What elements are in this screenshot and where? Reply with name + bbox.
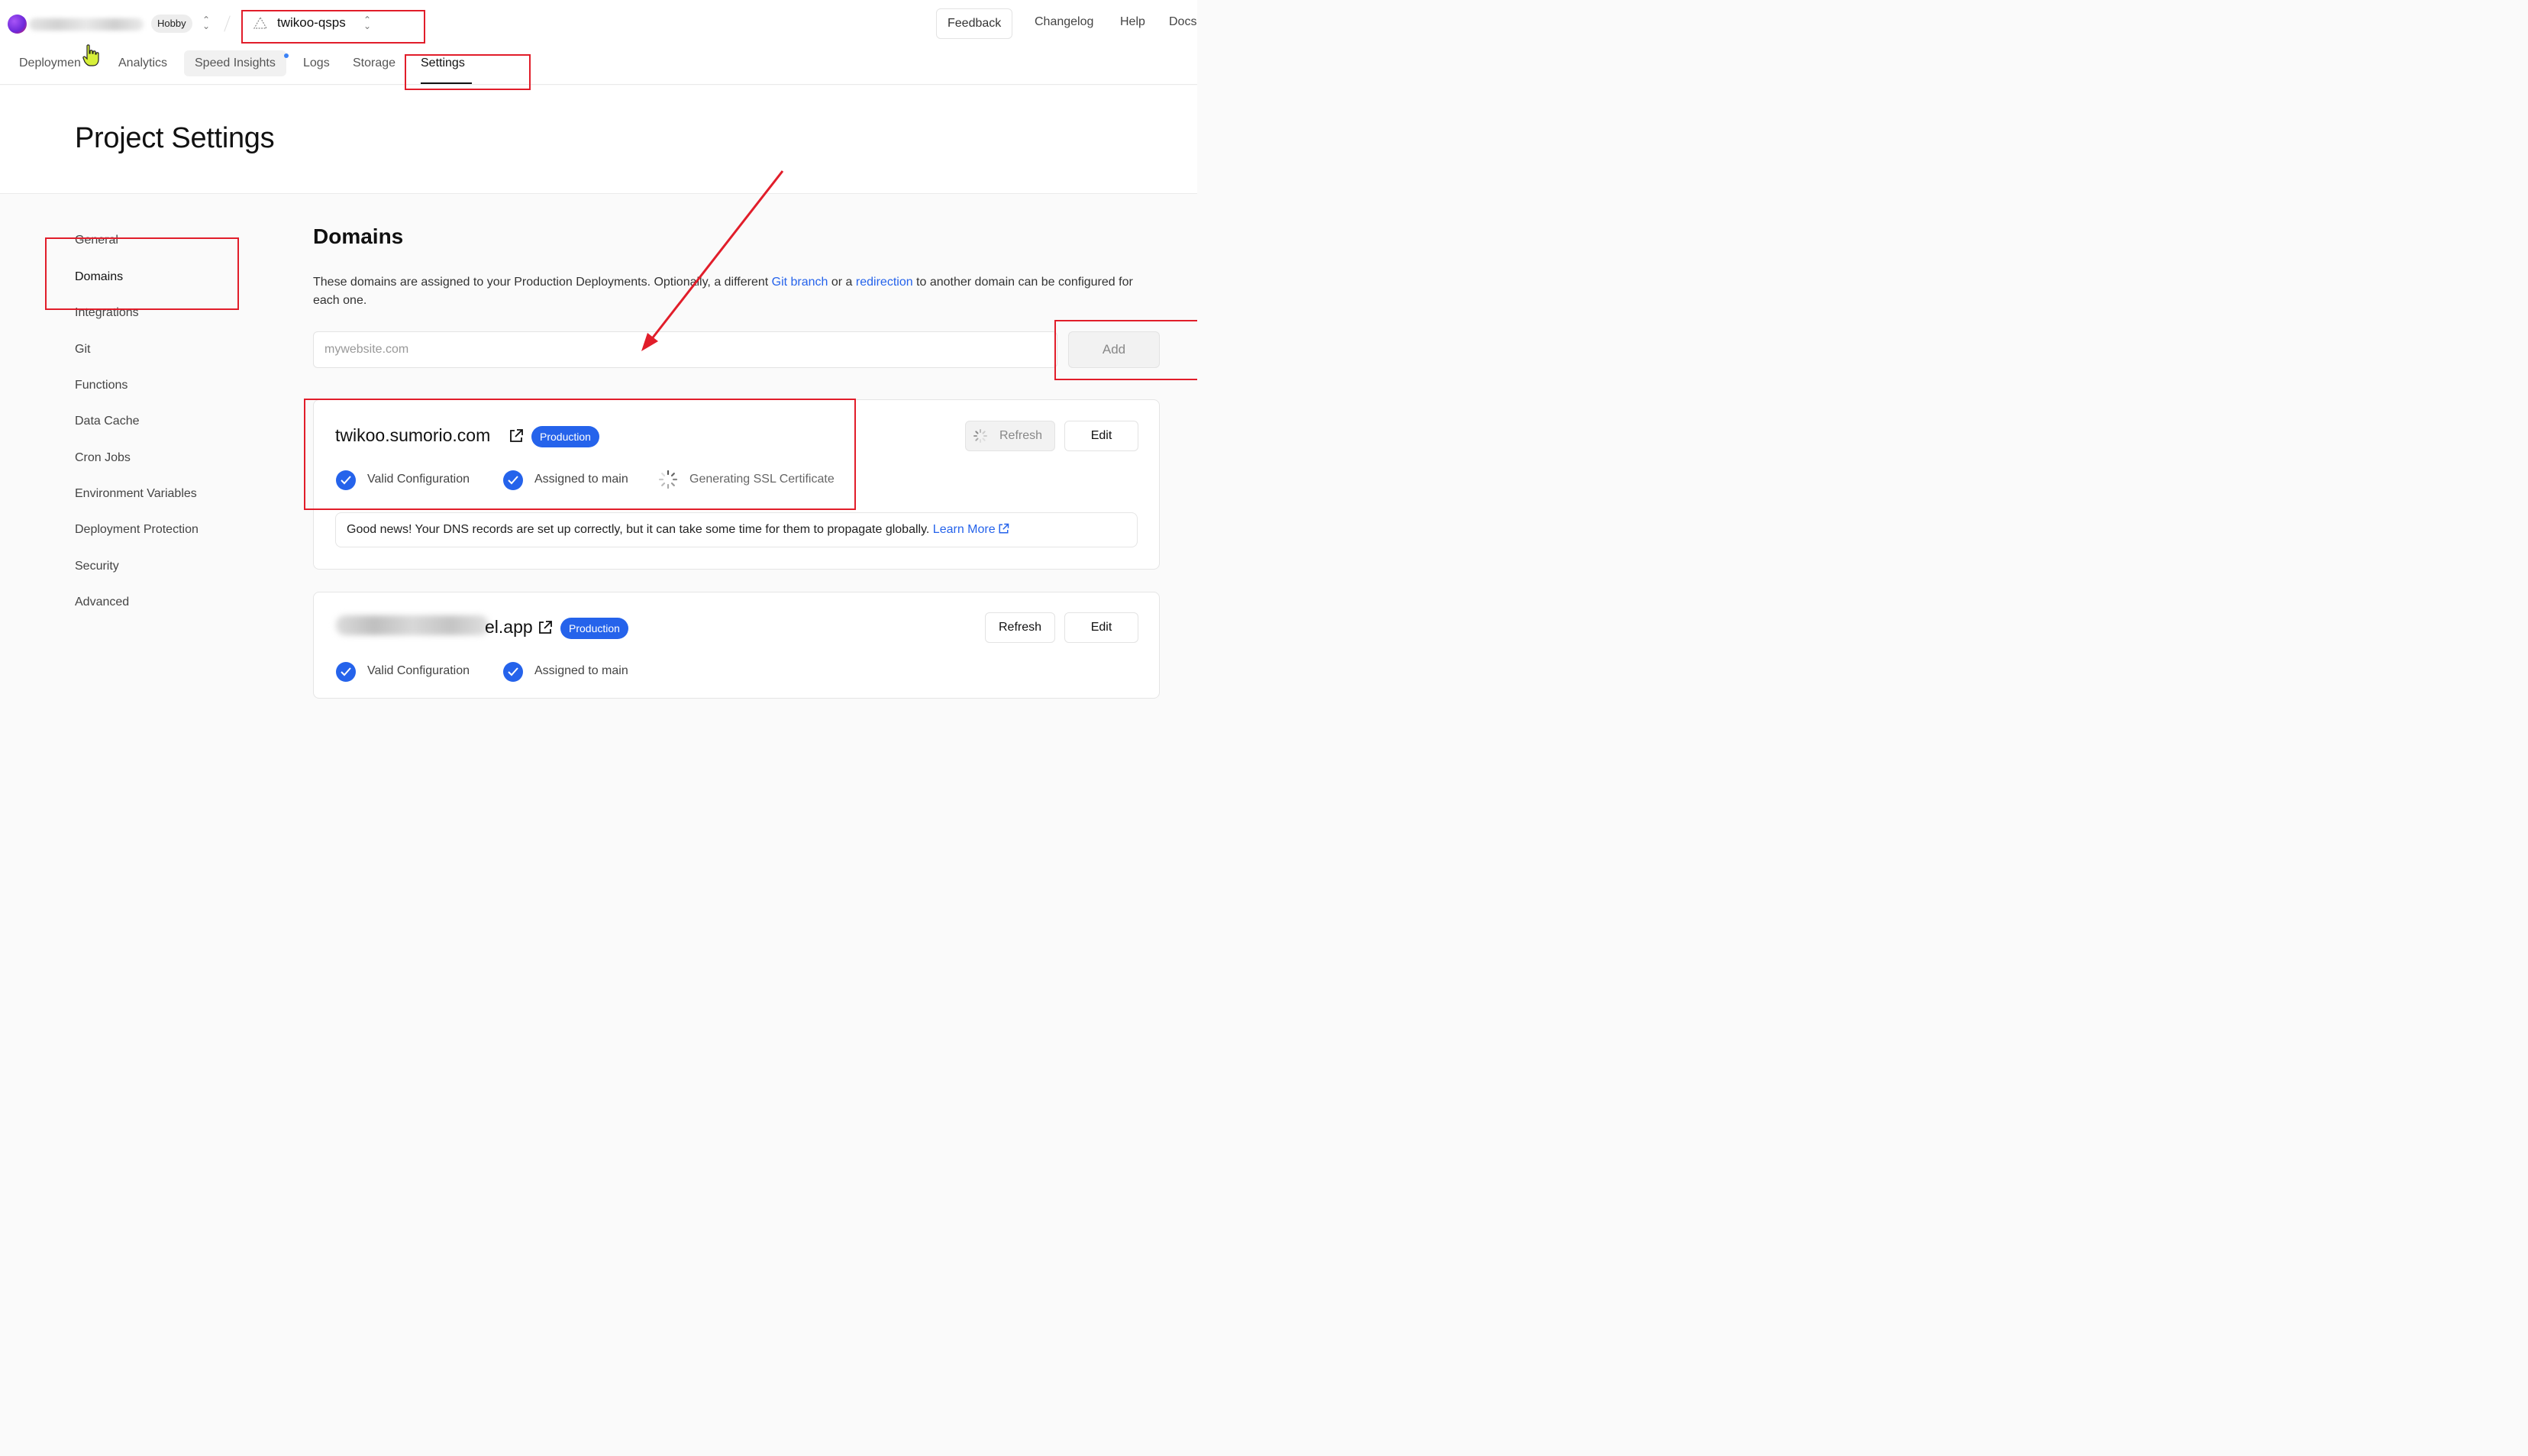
sidebar-item-deployment-protection[interactable]: Deployment Protection	[75, 523, 199, 537]
plan-badge: Hobby	[151, 15, 192, 33]
tab-analytics[interactable]: Analytics	[118, 56, 167, 70]
help-link[interactable]: Help	[1120, 15, 1145, 29]
notification-dot	[284, 53, 289, 58]
status-assigned: Assigned to main	[534, 664, 628, 677]
check-icon	[336, 662, 356, 682]
domain-input[interactable]	[313, 331, 1057, 368]
annotation-box-project	[241, 10, 425, 44]
refresh-button[interactable]: Refresh	[985, 612, 1055, 643]
sidebar-item-advanced[interactable]: Advanced	[75, 596, 129, 609]
section-title: Domains	[313, 224, 404, 248]
sidebar-item-functions[interactable]: Functions	[75, 379, 128, 392]
annotation-box-settings	[405, 54, 531, 90]
check-icon	[503, 662, 523, 682]
page-header: Project Settings	[0, 86, 1197, 194]
production-badge: Production	[560, 618, 628, 639]
annotation-box-add	[1054, 320, 1197, 380]
edit-button[interactable]: Edit	[1064, 421, 1138, 451]
tab-speed-insights[interactable]: Speed Insights	[184, 50, 286, 76]
feedback-button[interactable]: Feedback	[936, 8, 1013, 39]
domain-name-suffix[interactable]: el.app	[485, 617, 533, 638]
sidebar-item-cron-jobs[interactable]: Cron Jobs	[75, 451, 131, 465]
external-link-icon[interactable]	[538, 620, 553, 635]
dns-info-note: Good news! Your DNS records are set up c…	[335, 512, 1138, 547]
annotation-box-domains	[45, 237, 239, 310]
changelog-link[interactable]: Changelog	[1035, 15, 1093, 29]
team-switcher-icon[interactable]: ⌃ ⌄	[202, 15, 211, 31]
sidebar-item-git[interactable]: Git	[75, 343, 90, 357]
team-avatar[interactable]	[8, 15, 27, 34]
annotation-box-domain-card	[304, 399, 856, 510]
tab-logs[interactable]: Logs	[303, 56, 330, 70]
domain-name-blurred	[336, 615, 489, 635]
sidebar-item-data-cache[interactable]: Data Cache	[75, 415, 140, 428]
breadcrumb-divider	[224, 15, 231, 32]
learn-more-link[interactable]: Learn More	[933, 523, 996, 536]
loading-spinner-icon	[973, 429, 987, 443]
sidebar-item-security[interactable]: Security	[75, 560, 119, 573]
tab-storage[interactable]: Storage	[353, 56, 396, 70]
section-description: These domains are assigned to your Produ…	[313, 276, 1133, 307]
docs-link[interactable]: Docs	[1169, 15, 1196, 29]
redirection-link[interactable]: redirection	[856, 276, 913, 289]
sidebar-item-environment-variables[interactable]: Environment Variables	[75, 487, 197, 501]
tab-deployments[interactable]: Deploymen	[19, 56, 81, 70]
top-bar: Hobby ⌃ ⌄ twikoo-qsps ⌃ ⌄ Feedback Changel…	[0, 0, 1197, 85]
edit-button[interactable]: Edit	[1064, 612, 1138, 643]
git-branch-link[interactable]: Git branch	[772, 276, 828, 289]
external-link-icon[interactable]	[998, 523, 1009, 534]
status-valid-config: Valid Configuration	[367, 664, 470, 677]
page-title: Project Settings	[75, 122, 275, 154]
hand-cursor-icon	[82, 44, 99, 66]
team-name-blurred[interactable]	[29, 18, 144, 31]
domain-card	[313, 592, 1160, 699]
